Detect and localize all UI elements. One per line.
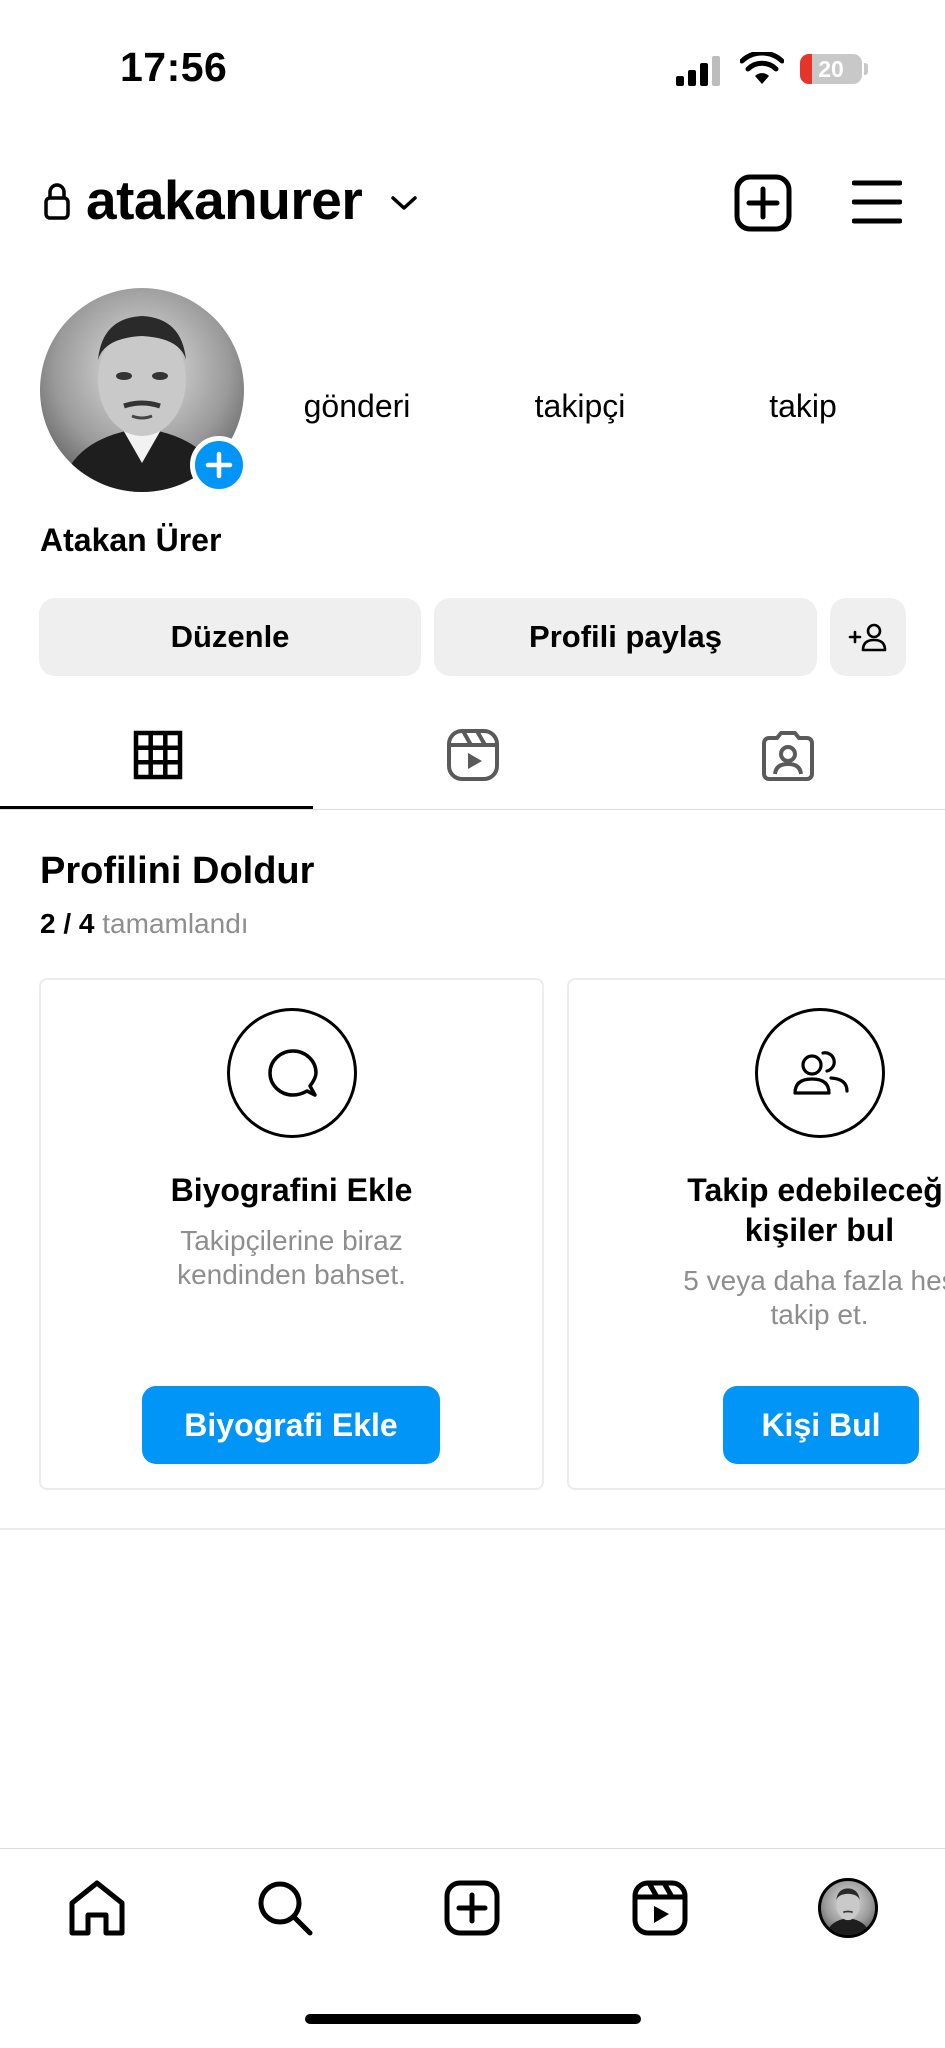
battery-percent: 20 xyxy=(818,56,844,82)
find-people-desc-line2: takip et. xyxy=(770,1299,869,1330)
battery-icon: 20 xyxy=(800,54,862,84)
lock-icon xyxy=(44,183,70,220)
people-icon xyxy=(793,1051,849,1095)
nav-create[interactable] xyxy=(432,1868,512,1948)
tagged-icon xyxy=(761,731,814,781)
plus-icon xyxy=(205,451,233,479)
reels-nav-icon xyxy=(632,1880,688,1936)
profile-username[interactable]: atakanurer xyxy=(86,168,363,232)
bio-card-desc-line2: kendinden bahset. xyxy=(177,1259,406,1290)
find-people-card: Takip edebileceği kişiler bul 5 veya dah… xyxy=(567,978,945,1490)
status-time: 17:56 xyxy=(120,44,228,90)
complete-profile-title: Profilini Doldur xyxy=(40,850,315,892)
find-people-desc-line1: 5 veya daha fazla hes xyxy=(683,1265,945,1296)
battery-tip xyxy=(864,63,868,75)
find-people-button[interactable]: Kişi Bul xyxy=(723,1386,919,1464)
bio-card: Biyografini Ekle Takipçilerine biraz ken… xyxy=(39,978,544,1490)
progress-count: 2 / 4 xyxy=(40,908,95,939)
nav-profile[interactable] xyxy=(808,1868,888,1948)
nav-search[interactable] xyxy=(245,1868,325,1948)
edit-profile-button[interactable]: Düzenle xyxy=(39,598,421,676)
nav-home[interactable] xyxy=(57,1868,137,1948)
grid-icon xyxy=(133,730,182,780)
bio-card-title: Biyografini Ekle xyxy=(170,1172,413,1208)
add-story-button[interactable] xyxy=(190,436,248,494)
nav-avatar-image xyxy=(826,1888,870,1935)
progress-label: tamamlandı xyxy=(102,908,249,939)
profile-full-name: Atakan Ürer xyxy=(40,522,222,558)
tabs-divider xyxy=(0,809,945,810)
nav-reels[interactable] xyxy=(620,1868,700,1948)
nav-profile-avatar xyxy=(818,1878,878,1938)
add-bio-button[interactable]: Biyografi Ekle xyxy=(142,1386,440,1464)
create-icon xyxy=(444,1880,500,1936)
new-post-icon[interactable] xyxy=(734,174,792,232)
home-icon xyxy=(69,1880,125,1936)
find-people-card-clip: Takip edebileceği kişiler bul 5 veya dah… xyxy=(567,978,945,1490)
wifi-icon xyxy=(740,52,784,84)
menu-icon[interactable] xyxy=(852,180,902,224)
tab-tagged[interactable] xyxy=(630,700,945,810)
find-people-icon-circle xyxy=(755,1008,885,1138)
stat-posts-label[interactable]: gönderi xyxy=(282,388,432,425)
find-people-title-line2: kişiler bul xyxy=(744,1212,895,1248)
tab-reels[interactable] xyxy=(315,700,630,810)
bio-card-desc-line1: Takipçilerine biraz xyxy=(180,1225,403,1256)
section-divider xyxy=(0,1528,945,1530)
search-icon xyxy=(258,1881,313,1936)
home-indicator xyxy=(305,2014,641,2024)
bottom-nav-divider xyxy=(0,1848,945,1849)
cellular-signal-icon xyxy=(676,56,720,86)
stat-followers-label[interactable]: takipçi xyxy=(505,388,655,425)
stat-following-label[interactable]: takip xyxy=(728,388,878,425)
complete-profile-progress: 2 / 4 tamamlandı xyxy=(40,908,249,940)
chat-bubble-icon xyxy=(268,1049,318,1097)
share-profile-button[interactable]: Profili paylaş xyxy=(434,598,817,676)
find-people-title-line1: Takip edebileceği xyxy=(687,1172,945,1208)
reels-icon xyxy=(446,729,499,781)
tab-posts-grid[interactable] xyxy=(0,700,315,810)
discover-people-button[interactable] xyxy=(830,598,906,676)
bio-icon-circle xyxy=(227,1008,357,1138)
chevron-down-icon[interactable] xyxy=(390,194,418,212)
add-person-icon xyxy=(848,623,887,652)
